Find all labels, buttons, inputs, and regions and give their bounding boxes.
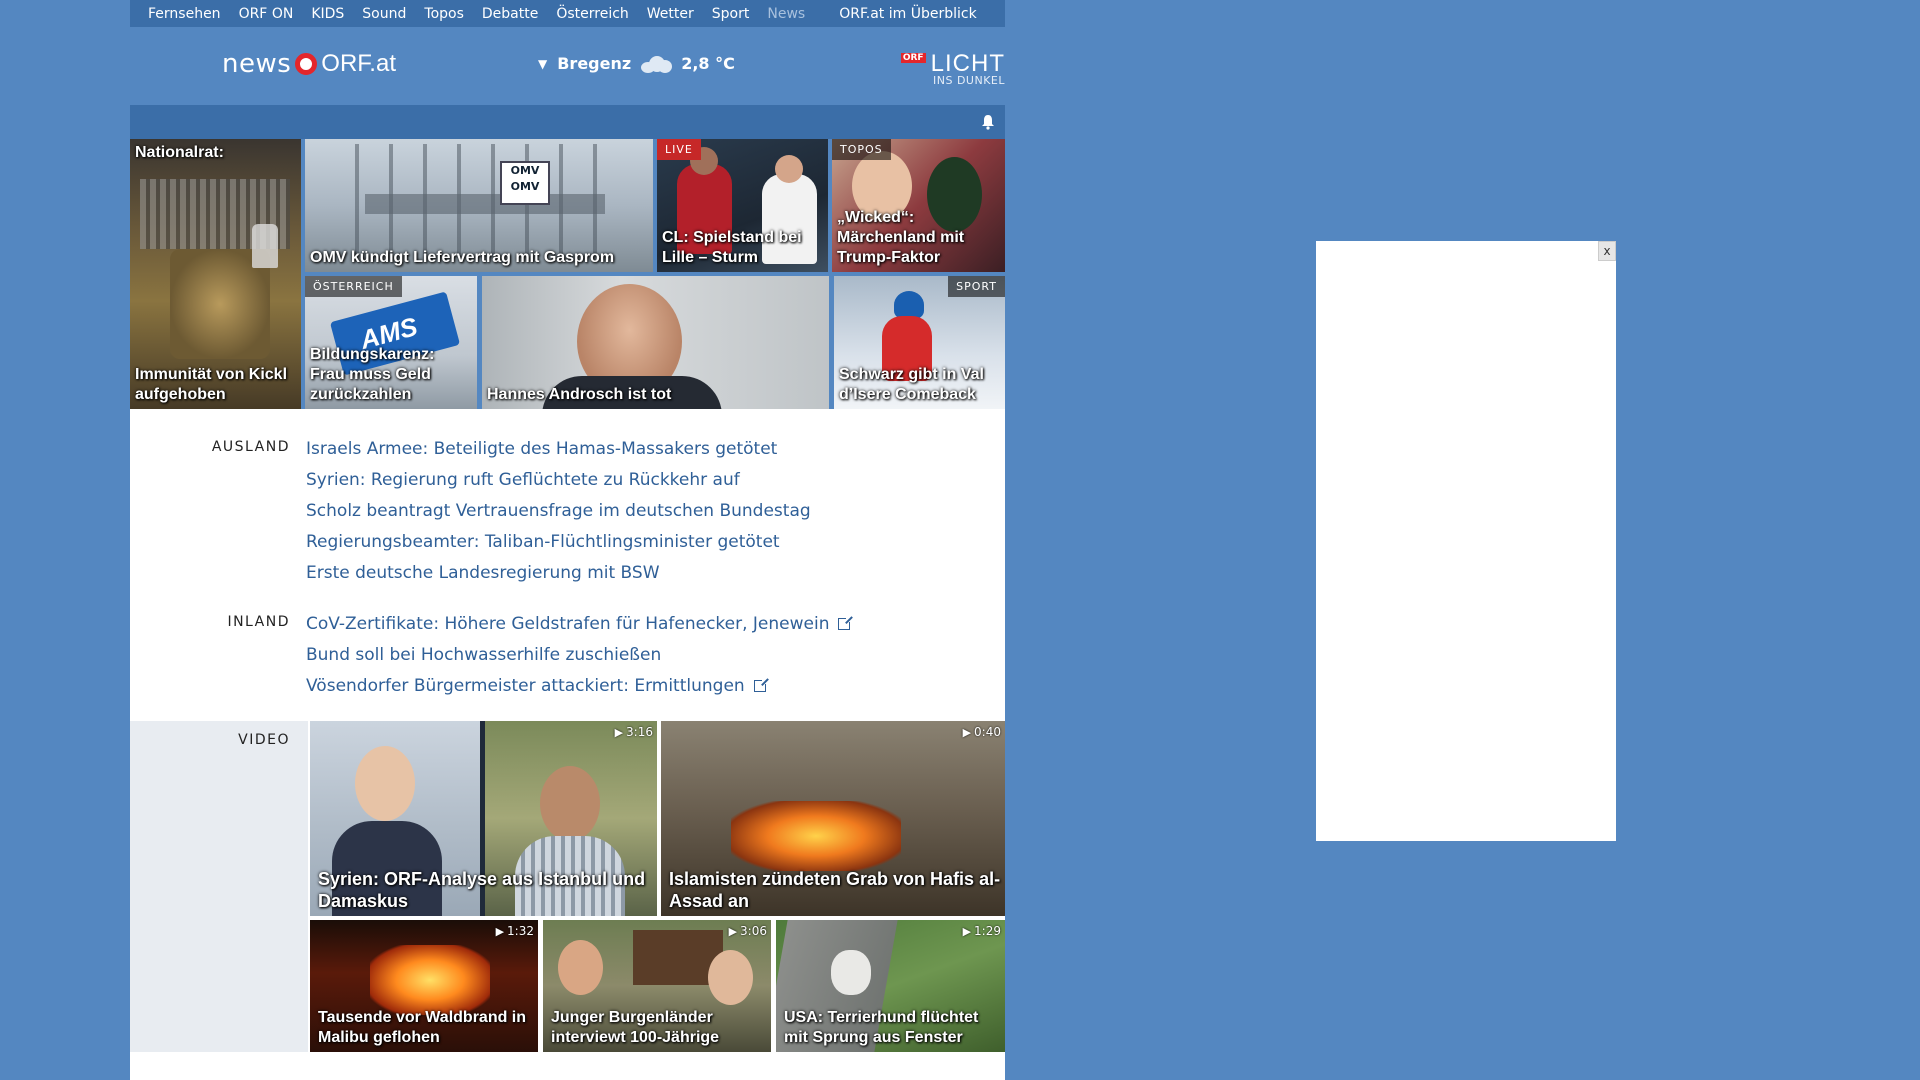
weather-widget[interactable]: ▼ Bregenz 2,8 °C	[538, 54, 735, 73]
video-title: Islamisten zündeten Grab von Hafis al-As…	[669, 869, 1001, 911]
headline-text: CoV-Zertifikate: Höhere Geldstrafen für …	[306, 614, 830, 634]
tile-title: Hannes Androsch ist tot	[487, 386, 672, 403]
nav-wetter[interactable]: Wetter	[647, 6, 694, 22]
logo-news-text: news	[222, 49, 292, 79]
licht-ins-dunkel-logo[interactable]: ORF LICHT INS DUNKEL	[900, 50, 1005, 87]
tile-title: CL: Spielstand bei Lille – Sturm	[662, 229, 802, 266]
news-orf-logo[interactable]: news ORF.at	[222, 49, 396, 79]
tile-title: Bildungskarenz: Frau muss Geld zurückzah…	[310, 346, 435, 403]
nav-sport[interactable]: Sport	[712, 6, 750, 22]
nav-sound[interactable]: Sound	[362, 6, 406, 22]
dropdown-triangle-icon: ▼	[538, 56, 548, 71]
tile-title: OMV kündigt Liefervertrag mit Gasprom	[310, 249, 615, 266]
video-title: Junger Burgenländer interviewt 100-Jähri…	[551, 1009, 720, 1046]
video-title: Syrien: ORF-Analyse aus Istanbul und Dam…	[318, 869, 646, 911]
headline-section: AUSLAND Israels Armee: Beteiligte des Ha…	[130, 409, 1005, 721]
video-section: VIDEO 3:16 Syrien: ORF-Analyse aus Istan…	[130, 721, 1005, 1052]
headline-link[interactable]: Erste deutsche Landesregierung mit BSW	[306, 558, 811, 589]
category-badge: SPORT	[948, 276, 1005, 297]
weather-temperature: 2,8 °C	[681, 54, 735, 73]
logo-orfat-text: ORF.at	[321, 50, 396, 77]
headline-link[interactable]: Scholz beantragt Vertrauensfrage im deut…	[306, 496, 811, 527]
external-link-icon	[753, 678, 768, 692]
external-link-icon	[838, 616, 853, 630]
headline-link[interactable]: Regierungsbeamter: Taliban-Flüchtlingsmi…	[306, 527, 811, 558]
headline-link[interactable]: Syrien: Regierung ruft Geflüchtete zu Rü…	[306, 465, 811, 496]
nav-topos[interactable]: Topos	[424, 6, 463, 22]
advertisement-box: x	[1316, 241, 1616, 841]
page-continuation	[130, 1052, 1005, 1080]
video-tile-syrien[interactable]: 3:16 Syrien: ORF-Analyse aus Istanbul un…	[310, 721, 657, 916]
nav-orf-on[interactable]: ORF ON	[239, 6, 294, 22]
headline-link[interactable]: Bund soll bei Hochwasserhilfe zuschießen	[306, 640, 850, 671]
story-tile-wicked[interactable]: TOPOS „Wicked“: Märchenland mit Trump-Fa…	[832, 139, 1005, 272]
section-label-video: VIDEO	[238, 732, 290, 748]
video-tile-burgenlaender[interactable]: 3:06 Junger Burgenländer interviewt 100-…	[543, 920, 771, 1052]
video-duration: 1:32	[496, 924, 534, 938]
inland-link-list: CoV-Zertifikate: Höhere Geldstrafen für …	[306, 609, 853, 702]
tile-title: Immunität von Kickl aufgehoben	[135, 366, 288, 403]
category-badge: TOPOS	[832, 139, 891, 160]
story-tile-omv[interactable]: OMV OMV OMV kündigt Liefervertrag mit Gas…	[305, 139, 653, 272]
story-tile-cl-live[interactable]: LIVE CL: Spielstand bei Lille – Sturm	[657, 139, 828, 272]
site-header: news ORF.at ▼ Bregenz 2,8 °C ORF LICHT I…	[130, 27, 1005, 102]
video-duration: 3:16	[615, 725, 653, 739]
video-tile-malibu[interactable]: 1:32 Tausende vor Waldbrand in Malibu ge…	[310, 920, 538, 1052]
nav-oesterreich[interactable]: Österreich	[556, 6, 628, 22]
nav-overview[interactable]: ORF.at im Überblick	[839, 6, 976, 22]
nav-fernsehen[interactable]: Fernsehen	[148, 6, 221, 22]
story-tile-androsch[interactable]: Hannes Androsch ist tot	[482, 276, 829, 409]
video-tile-assad-grab[interactable]: 0:40 Islamisten zündeten Grab von Hafis …	[661, 721, 1005, 916]
headline-link[interactable]: CoV-Zertifikate: Höhere Geldstrafen für …	[306, 609, 853, 640]
ausland-link-list: Israels Armee: Beteiligte des Hamas-Mass…	[306, 434, 811, 589]
orf-badge: ORF	[900, 53, 926, 63]
headline-link[interactable]: Vösendorfer Bürgermeister attackiert: Er…	[306, 671, 850, 702]
headline-text: Vösendorfer Bürgermeister attackiert: Er…	[306, 676, 745, 696]
live-badge: LIVE	[657, 139, 701, 160]
tile-kicker: Nationalrat:	[135, 144, 224, 161]
licht-title: LICHT	[930, 50, 1005, 77]
notification-bar	[130, 105, 1005, 139]
tile-title: Schwarz gibt in Val d’Isere Comeback	[839, 366, 984, 403]
nav-debatte[interactable]: Debatte	[482, 6, 538, 22]
video-duration: 1:29	[963, 924, 1001, 938]
video-title: Tausende vor Waldbrand in Malibu geflohe…	[318, 1009, 527, 1046]
nav-news-active[interactable]: News	[767, 6, 805, 22]
story-tile-nationalrat[interactable]: Nationalrat: Immunität von Kickl aufgeho…	[130, 139, 301, 409]
bell-icon[interactable]	[981, 114, 995, 130]
story-tile-bildungskarenz[interactable]: AMS ÖSTERREICH Bildungskarenz: Frau muss…	[305, 276, 477, 409]
tile-title: „Wicked“: Märchenland mit Trump-Faktor	[837, 209, 965, 266]
cloud-icon	[641, 55, 673, 73]
video-title: USA: Terrierhund flüchtet mit Sprung aus…	[784, 1009, 979, 1046]
top-navigation: Fernsehen ORF ON KIDS Sound Topos Debatt…	[130, 0, 1005, 27]
video-duration: 0:40	[963, 725, 1001, 739]
section-label-ausland: AUSLAND	[211, 439, 290, 455]
category-badge: ÖSTERREICH	[305, 276, 402, 297]
video-tile-terrier[interactable]: 1:29 USA: Terrierhund flüchtet mit Sprun…	[776, 920, 1005, 1052]
story-tile-schwarz[interactable]: SPORT Schwarz gibt in Val d’Isere Comeba…	[834, 276, 1005, 409]
section-label-inland: INLAND	[227, 614, 290, 630]
orf-eye-icon	[295, 53, 318, 75]
omv-logo-sign: OMV OMV	[500, 161, 550, 205]
video-duration: 3:06	[729, 924, 767, 938]
headline-link[interactable]: Israels Armee: Beteiligte des Hamas-Mass…	[306, 434, 811, 465]
nav-kids[interactable]: KIDS	[311, 6, 344, 22]
ad-close-button[interactable]: x	[1598, 241, 1616, 261]
video-label-column: VIDEO	[130, 721, 308, 1052]
weather-city: Bregenz	[557, 54, 632, 73]
